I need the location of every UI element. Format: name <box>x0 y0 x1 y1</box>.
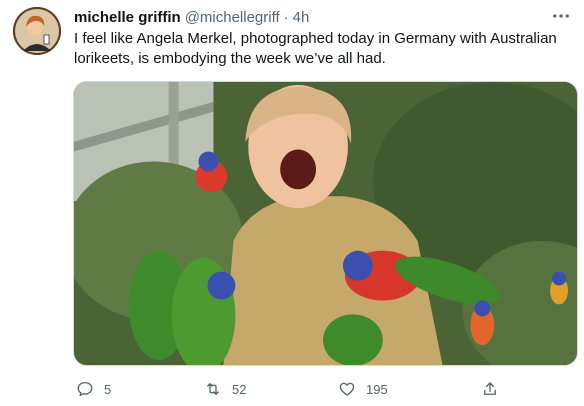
timestamp[interactable]: 4h <box>293 9 310 26</box>
display-name[interactable]: michelle griffin <box>74 9 181 26</box>
user-handle[interactable]: @michellegriff <box>185 9 280 26</box>
tweet-actions: 5 52 195 <box>68 374 578 404</box>
photo-icon <box>74 82 577 365</box>
like-count: 195 <box>366 381 388 397</box>
retweet-count: 52 <box>232 381 247 397</box>
avatar[interactable] <box>13 7 61 55</box>
heart-icon <box>330 374 364 404</box>
like-button[interactable]: 195 <box>330 374 388 404</box>
tweet-text: I feel like Angela Merkel, photographed … <box>74 30 557 67</box>
reply-button[interactable]: 5 <box>68 374 111 404</box>
tweet-header: michelle griffin @michellegriff · 4h <box>74 7 309 27</box>
reply-icon <box>68 374 102 404</box>
reply-count: 5 <box>104 381 112 397</box>
separator-dot: · <box>283 8 289 26</box>
share-button[interactable] <box>473 374 507 404</box>
retweet-button[interactable]: 52 <box>196 374 246 404</box>
more-icon <box>553 14 569 18</box>
more-options-button[interactable] <box>551 8 571 24</box>
share-icon <box>473 374 507 404</box>
tweet-photo[interactable] <box>73 81 578 366</box>
avatar-illustration-icon <box>13 7 61 55</box>
retweet-icon <box>196 374 230 404</box>
tweet[interactable]: michelle griffin @michellegriff · 4h I f… <box>0 0 584 406</box>
